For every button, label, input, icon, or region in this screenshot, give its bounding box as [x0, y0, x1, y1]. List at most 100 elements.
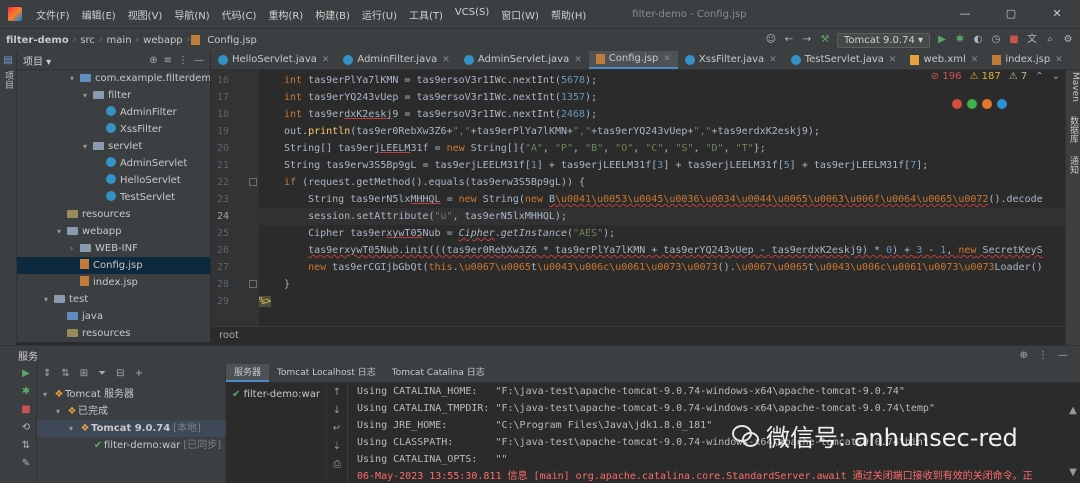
coverage-icon[interactable]: ◐	[972, 34, 984, 46]
close-tab-icon[interactable]: ✕	[574, 51, 582, 69]
service-tree-item[interactable]: ▾ ❖ Tomcat 9.0.74 [本地]	[37, 420, 256, 437]
deployment-item[interactable]: ✔ filter-demo:war	[232, 389, 320, 400]
code-editor[interactable]: int tas9erPlYa7lKMN = tas9ersoV3r1IWc.ne…	[259, 70, 1065, 326]
editor-tab[interactable]: AdminFilter.java ✕	[336, 51, 456, 69]
search-icon[interactable]: ⌕	[1044, 34, 1056, 46]
close-tab-icon[interactable]: ✕	[769, 51, 777, 69]
stop-icon[interactable]: ■	[1008, 34, 1020, 46]
soft-wrap-icon[interactable]: ↵	[331, 423, 343, 435]
services-tab[interactable]: Tomcat Localhost 日志	[269, 364, 384, 382]
crumb-src[interactable]: src	[77, 35, 98, 46]
fold-marker-icon[interactable]	[249, 178, 257, 186]
tree-item[interactable]: resources	[17, 206, 210, 223]
service-tree-item[interactable]: ▾ ❖ 已完成	[37, 403, 243, 420]
close-tab-icon[interactable]: ✕	[889, 51, 897, 69]
notifications-tool-tab[interactable]: 通知	[1067, 156, 1080, 174]
chrome-icon[interactable]	[967, 99, 977, 109]
menu-window[interactable]: 窗口(W)	[495, 7, 545, 22]
weak-warning-count[interactable]: ⚠ 7	[1009, 71, 1028, 82]
stop-icon[interactable]: ■	[20, 404, 32, 416]
filter-icon[interactable]: ⏷	[98, 368, 106, 379]
editor-tab[interactable]: index.jsp ✕	[985, 51, 1069, 69]
user-icon[interactable]: ☺	[765, 34, 777, 46]
expand-all-icon[interactable]: ⇕	[43, 368, 51, 379]
project-tool-icon[interactable]: ▤	[2, 55, 14, 67]
arrow-left-icon[interactable]: ←	[783, 34, 795, 46]
settings-icon[interactable]: ⚙	[1062, 34, 1074, 46]
locate-icon[interactable]: ⊕	[149, 55, 157, 66]
database-tool-tab[interactable]: 数据库	[1067, 116, 1080, 143]
services-tab[interactable]: 服务器	[226, 364, 270, 382]
menu-refactor[interactable]: 重构(R)	[262, 7, 309, 22]
close-tab-icon[interactable]: ✕	[663, 51, 671, 68]
tree-item[interactable]: XssFilter	[17, 121, 210, 138]
tree-item[interactable]: ▾ filter	[17, 87, 210, 104]
hammer-icon[interactable]: ⚒	[819, 34, 831, 46]
arrow-down-icon[interactable]: ↓	[331, 405, 343, 417]
chevron-down-icon[interactable]: ⌄	[1052, 71, 1060, 82]
warning-count[interactable]: ⚠ 187	[969, 71, 1000, 82]
close-button[interactable]: ✕	[1034, 0, 1080, 28]
services-tab[interactable]: Tomcat Catalina 日志	[384, 364, 493, 382]
scroll-to-end-icon[interactable]: ⇣	[331, 441, 343, 453]
editor-tab[interactable]: TestServlet.java ✕	[784, 51, 904, 69]
arrow-right-icon[interactable]: →	[801, 34, 813, 46]
tree-item[interactable]: java	[17, 308, 210, 325]
menu-edit[interactable]: 编辑(E)	[76, 7, 122, 22]
project-view-selector[interactable]: 项目 ▾	[23, 53, 51, 68]
editor-tab[interactable]: Config.jsp ✕	[588, 51, 678, 69]
error-count[interactable]: ⊘ 196	[931, 71, 962, 82]
hide-icon[interactable]: —	[1058, 350, 1068, 361]
tree-item[interactable]: HelloServlet	[17, 172, 210, 189]
editor-breadcrumb[interactable]: root	[211, 326, 1065, 344]
tree-item[interactable]: resources	[17, 325, 210, 342]
debug-icon[interactable]: ✱	[20, 386, 32, 398]
menu-vcs[interactable]: VCS(S)	[449, 7, 495, 22]
menu-view[interactable]: 视图(V)	[122, 7, 169, 22]
crumb-project[interactable]: filter-demo	[0, 35, 72, 46]
chevron-up-icon[interactable]: ⌃	[1035, 71, 1043, 82]
firefox-icon[interactable]	[982, 99, 992, 109]
print-icon[interactable]: ⎙	[331, 459, 343, 471]
tree-item[interactable]: ▾ servlet	[17, 138, 210, 155]
fold-marker-icon[interactable]	[249, 280, 257, 288]
layout-icon[interactable]: ⊟	[116, 368, 124, 379]
run-icon[interactable]: ▶	[936, 34, 948, 46]
inspection-widget[interactable]: ⊘ 196 ⚠ 187 ⚠ 7 ⌃ ⌄	[931, 71, 1060, 82]
crumb-webapp[interactable]: webapp	[140, 35, 186, 46]
tree-item[interactable]: AdminFilter	[17, 104, 210, 121]
close-tab-icon[interactable]: ✕	[971, 51, 979, 69]
menu-file[interactable]: 文件(F)	[30, 7, 76, 22]
crumb-file[interactable]: Config.jsp	[204, 35, 260, 46]
menu-build[interactable]: 构建(B)	[309, 7, 356, 22]
menu-tools[interactable]: 工具(T)	[403, 7, 449, 22]
translate-icon[interactable]: 文	[1026, 34, 1038, 46]
intellij-browser-icon[interactable]	[952, 99, 962, 109]
tree-item[interactable]: ▾ test	[17, 291, 210, 308]
collapse-all-icon[interactable]: ⇅	[61, 368, 69, 379]
menu-help[interactable]: 帮助(H)	[545, 7, 592, 22]
update-icon[interactable]: ⟲	[20, 422, 32, 434]
menu-run[interactable]: 运行(U)	[356, 7, 403, 22]
add-icon[interactable]: +	[135, 368, 143, 379]
more-icon[interactable]: ⋮	[1038, 350, 1048, 361]
tree-item[interactable]: ▾ webapp	[17, 223, 210, 240]
minimize-button[interactable]: —	[942, 0, 988, 28]
crumb-main[interactable]: main	[104, 35, 135, 46]
editor-tab[interactable]: XssFilter.java ✕	[678, 51, 784, 69]
close-tab-icon[interactable]: ✕	[442, 51, 450, 69]
tree-item[interactable]: › WEB-INF	[17, 240, 210, 257]
profile-icon[interactable]: ◷	[990, 34, 1002, 46]
close-tab-icon[interactable]: ✕	[322, 51, 330, 69]
editor-tab[interactable]: AdminServlet.java ✕	[457, 51, 589, 69]
group-icon[interactable]: ⊞	[80, 368, 88, 379]
maven-tool-tab[interactable]: Maven	[1067, 72, 1080, 102]
project-tool-tab[interactable]: 项目	[1, 71, 15, 89]
collapse-icon[interactable]: ≡	[164, 55, 172, 66]
editor-tab[interactable]: web.xml ✕	[903, 51, 985, 69]
wrench-icon[interactable]: ✎	[20, 458, 32, 470]
add-service-icon[interactable]: ⊕	[1020, 350, 1028, 361]
scroll-up-icon[interactable]: ▲	[1067, 405, 1079, 417]
close-tab-icon[interactable]: ✕	[1055, 51, 1063, 69]
debug-icon[interactable]: ✱	[954, 34, 966, 46]
